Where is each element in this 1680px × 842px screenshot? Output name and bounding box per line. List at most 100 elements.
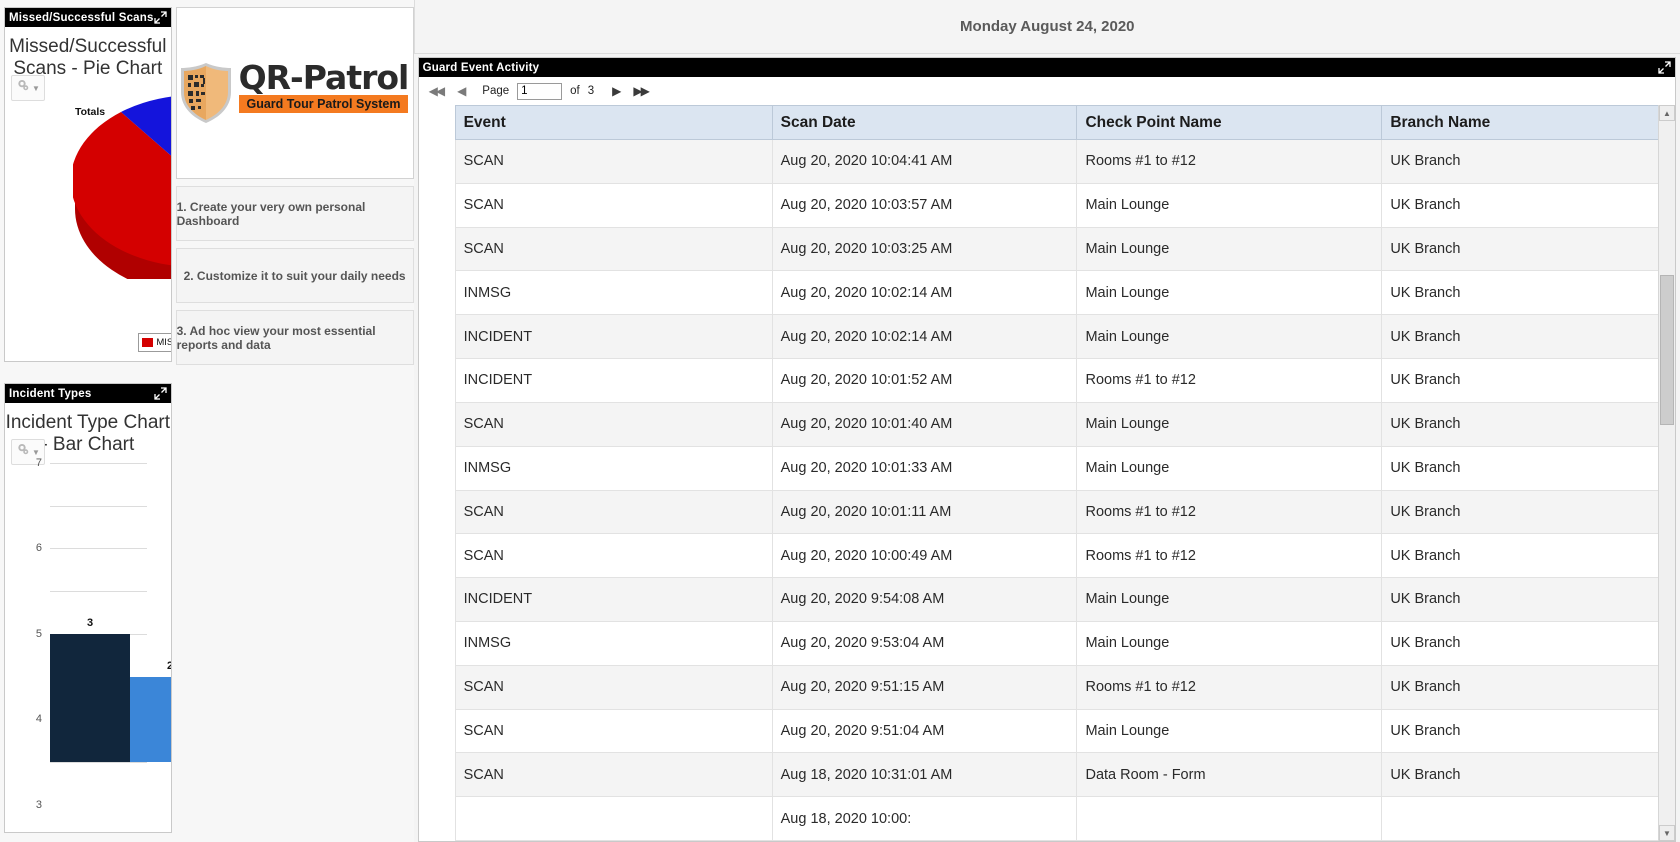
scroll-down-icon[interactable]: ▼	[1658, 825, 1675, 841]
column-header-scan-date[interactable]: Scan Date	[771, 105, 1078, 140]
table-row[interactable]: INMSG Aug 20, 2020 10:01:33 AM Main Lounge…	[454, 445, 1675, 491]
bar-accident[interactable]: 3	[50, 617, 130, 762]
table-cell: Aug 20, 2020 9:53:04 AM	[771, 620, 1078, 666]
table-cell: Aug 20, 2020 9:54:08 AM	[771, 577, 1078, 622]
table-cell: UK Branch	[1381, 182, 1675, 228]
portlet-guard-event-activity: Guard Event Activity ◀◀ ◀ Page of 3 ▶ ▶▶	[417, 57, 1676, 842]
table-cell: SCAN	[454, 401, 773, 447]
table-cell: Main Lounge	[1076, 577, 1383, 622]
bar-series: 3266	[50, 463, 171, 762]
next-page-icon[interactable]: ▶	[612, 85, 621, 97]
table-cell: Aug 20, 2020 10:04:41 AM	[771, 139, 1078, 184]
table-cell: SCAN	[454, 139, 773, 184]
table-cell	[1381, 796, 1675, 841]
bar-value-label: 3	[86, 616, 94, 629]
table-cell: UK Branch	[1381, 270, 1675, 316]
expand-icon[interactable]	[153, 387, 167, 400]
table-cell: UK Branch	[1381, 752, 1675, 798]
page-input[interactable]	[517, 82, 563, 100]
table-row[interactable]: SCAN Aug 20, 2020 10:01:11 AM Rooms #1 to …	[454, 489, 1675, 535]
table-cell: Aug 20, 2020 10:01:11 AM	[771, 489, 1078, 535]
step-panel-1[interactable]: 1. Create your very own personal Dashboa…	[175, 186, 414, 241]
table-row[interactable]: INCIDENT Aug 20, 2020 10:02:14 AM Main Lou…	[454, 314, 1675, 360]
grid-scroll-area: Event Scan Date Check Point Name Branch Nam…	[418, 105, 1675, 841]
table-cell: Aug 18, 2020 10:00:	[771, 796, 1078, 841]
table-cell: Main Lounge	[1076, 708, 1383, 754]
table-row[interactable]: SCAN Aug 20, 2020 10:03:57 AM Main Lounge U…	[454, 182, 1675, 228]
step-text-3: 3. Ad hoc view your most essential repor…	[176, 323, 376, 352]
table-cell: UK Branch	[1381, 577, 1675, 622]
total-pages: 3	[587, 85, 595, 97]
table-row[interactable]: INCIDENT Aug 20, 2020 9:54:08 AM Main Loun…	[454, 577, 1675, 622]
table-row[interactable]: Aug 18, 2020 10:00:	[454, 796, 1675, 841]
table-cell: Aug 18, 2020 10:31:01 AM	[771, 752, 1078, 798]
table-cell: Aug 20, 2020 9:51:15 AM	[771, 664, 1078, 710]
grid-left-gutter	[418, 105, 455, 841]
table-cell: Main Lounge	[1076, 620, 1383, 666]
y-axis-tick: 3	[35, 798, 42, 811]
grid-vertical-scrollbar[interactable]: ▲ ▼	[1657, 105, 1675, 841]
step-panel-2[interactable]: 2. Customize it to suit your daily needs	[175, 248, 414, 303]
table-cell: UK Branch	[1381, 226, 1675, 272]
portlet-header: Missed/Successful Scans	[5, 8, 171, 27]
bar-slot: 3	[50, 463, 130, 762]
table-cell: INMSG	[454, 445, 773, 491]
table-cell: Aug 20, 2020 10:03:57 AM	[771, 182, 1078, 228]
table-cell: Rooms #1 to #12	[1076, 358, 1383, 403]
pie-chart-body: Missed/Successful Scans - Pie Chart ▼ To…	[5, 27, 171, 361]
table-row[interactable]: INMSG Aug 20, 2020 9:53:04 AM Main Lounge U…	[454, 620, 1675, 666]
table-cell	[454, 796, 773, 841]
scrollbar-thumb[interactable]	[1659, 275, 1674, 425]
table-row[interactable]: SCAN Aug 20, 2020 9:51:15 AM Rooms #1 to #…	[454, 664, 1675, 710]
table-cell: SCAN	[454, 489, 773, 535]
table-row[interactable]: INCIDENT Aug 20, 2020 10:01:52 AM Rooms #1…	[454, 358, 1675, 403]
first-page-icon[interactable]: ◀◀	[429, 85, 446, 97]
legend-swatch-missedscan	[142, 338, 154, 347]
table-cell: Data Room - Form	[1076, 752, 1383, 798]
table-cell: UK Branch	[1381, 139, 1675, 184]
table-cell: UK Branch	[1381, 533, 1675, 579]
legend-label-missedscan: MISSEDSCAN	[156, 337, 171, 348]
table-cell: SCAN	[454, 752, 773, 798]
portlet-title: Guard Event Activity	[422, 61, 540, 74]
gridline: 0	[50, 762, 147, 763]
table-cell: UK Branch	[1381, 358, 1675, 403]
table-cell: Aug 20, 2020 10:03:25 AM	[771, 226, 1078, 272]
table-cell: SCAN	[454, 226, 773, 272]
logo-wordmark: QR-Patrol	[238, 58, 410, 97]
qr-patrol-logo: QR-Patrol Guard Tour Patrol System	[177, 58, 413, 124]
column-header-event[interactable]: Event	[454, 105, 773, 140]
table-cell: INCIDENT	[454, 577, 773, 622]
table-row[interactable]: SCAN Aug 20, 2020 10:01:40 AM Main Lounge U…	[454, 401, 1675, 447]
step-panel-3[interactable]: 3. Ad hoc view your most essential repor…	[175, 310, 414, 365]
table-cell: Aug 20, 2020 10:00:49 AM	[771, 533, 1078, 579]
table-cell: INCIDENT	[454, 358, 773, 403]
table-row[interactable]: SCAN Aug 20, 2020 9:51:04 AM Main Lounge UK…	[454, 708, 1675, 754]
scroll-up-icon[interactable]: ▲	[1658, 105, 1675, 121]
table-cell: Main Lounge	[1076, 314, 1383, 360]
table-row[interactable]: SCAN Aug 20, 2020 10:03:25 AM Main Lounge U…	[454, 226, 1675, 272]
step-text-1: 1. Create your very own personal Dashboa…	[176, 199, 366, 228]
table-header-row: Event Scan Date Check Point Name Branch Nam…	[454, 105, 1675, 140]
column-header-check-point-name[interactable]: Check Point Name	[1076, 105, 1383, 140]
table-cell: Main Lounge	[1076, 270, 1383, 316]
bar-plot-area: 765432103266	[36, 457, 171, 811]
column-header-branch-name[interactable]: Branch Name	[1381, 105, 1675, 140]
table-row[interactable]: INMSG Aug 20, 2020 10:02:14 AM Main Lounge…	[454, 270, 1675, 316]
expand-icon[interactable]	[153, 11, 167, 24]
last-page-icon[interactable]: ▶▶	[633, 85, 650, 97]
bar-broken-lock[interactable]: 2	[130, 660, 171, 762]
of-label: of	[570, 85, 580, 97]
table-cell: INMSG	[454, 270, 773, 316]
table-row[interactable]: SCAN Aug 20, 2020 10:04:41 AM Rooms #1 to …	[454, 139, 1675, 184]
prev-page-icon[interactable]: ◀	[457, 85, 466, 97]
table-cell: Main Lounge	[1076, 182, 1383, 228]
bar-chart-body: Incident Type Chart - Bar Chart ▼ 765432…	[5, 403, 171, 832]
logo-tagline: Guard Tour Patrol System	[238, 95, 409, 114]
portlet-incident-types: Incident Types Incident Type Chart - Bar…	[4, 383, 172, 833]
logo-text: QR-Patrol Guard Tour Patrol System	[238, 58, 410, 114]
expand-icon[interactable]	[1658, 61, 1671, 74]
table-row[interactable]: SCAN Aug 18, 2020 10:31:01 AM Data Room - …	[454, 752, 1675, 798]
table-cell	[1076, 796, 1383, 841]
table-row[interactable]: SCAN Aug 20, 2020 10:00:49 AM Rooms #1 to …	[454, 533, 1675, 579]
